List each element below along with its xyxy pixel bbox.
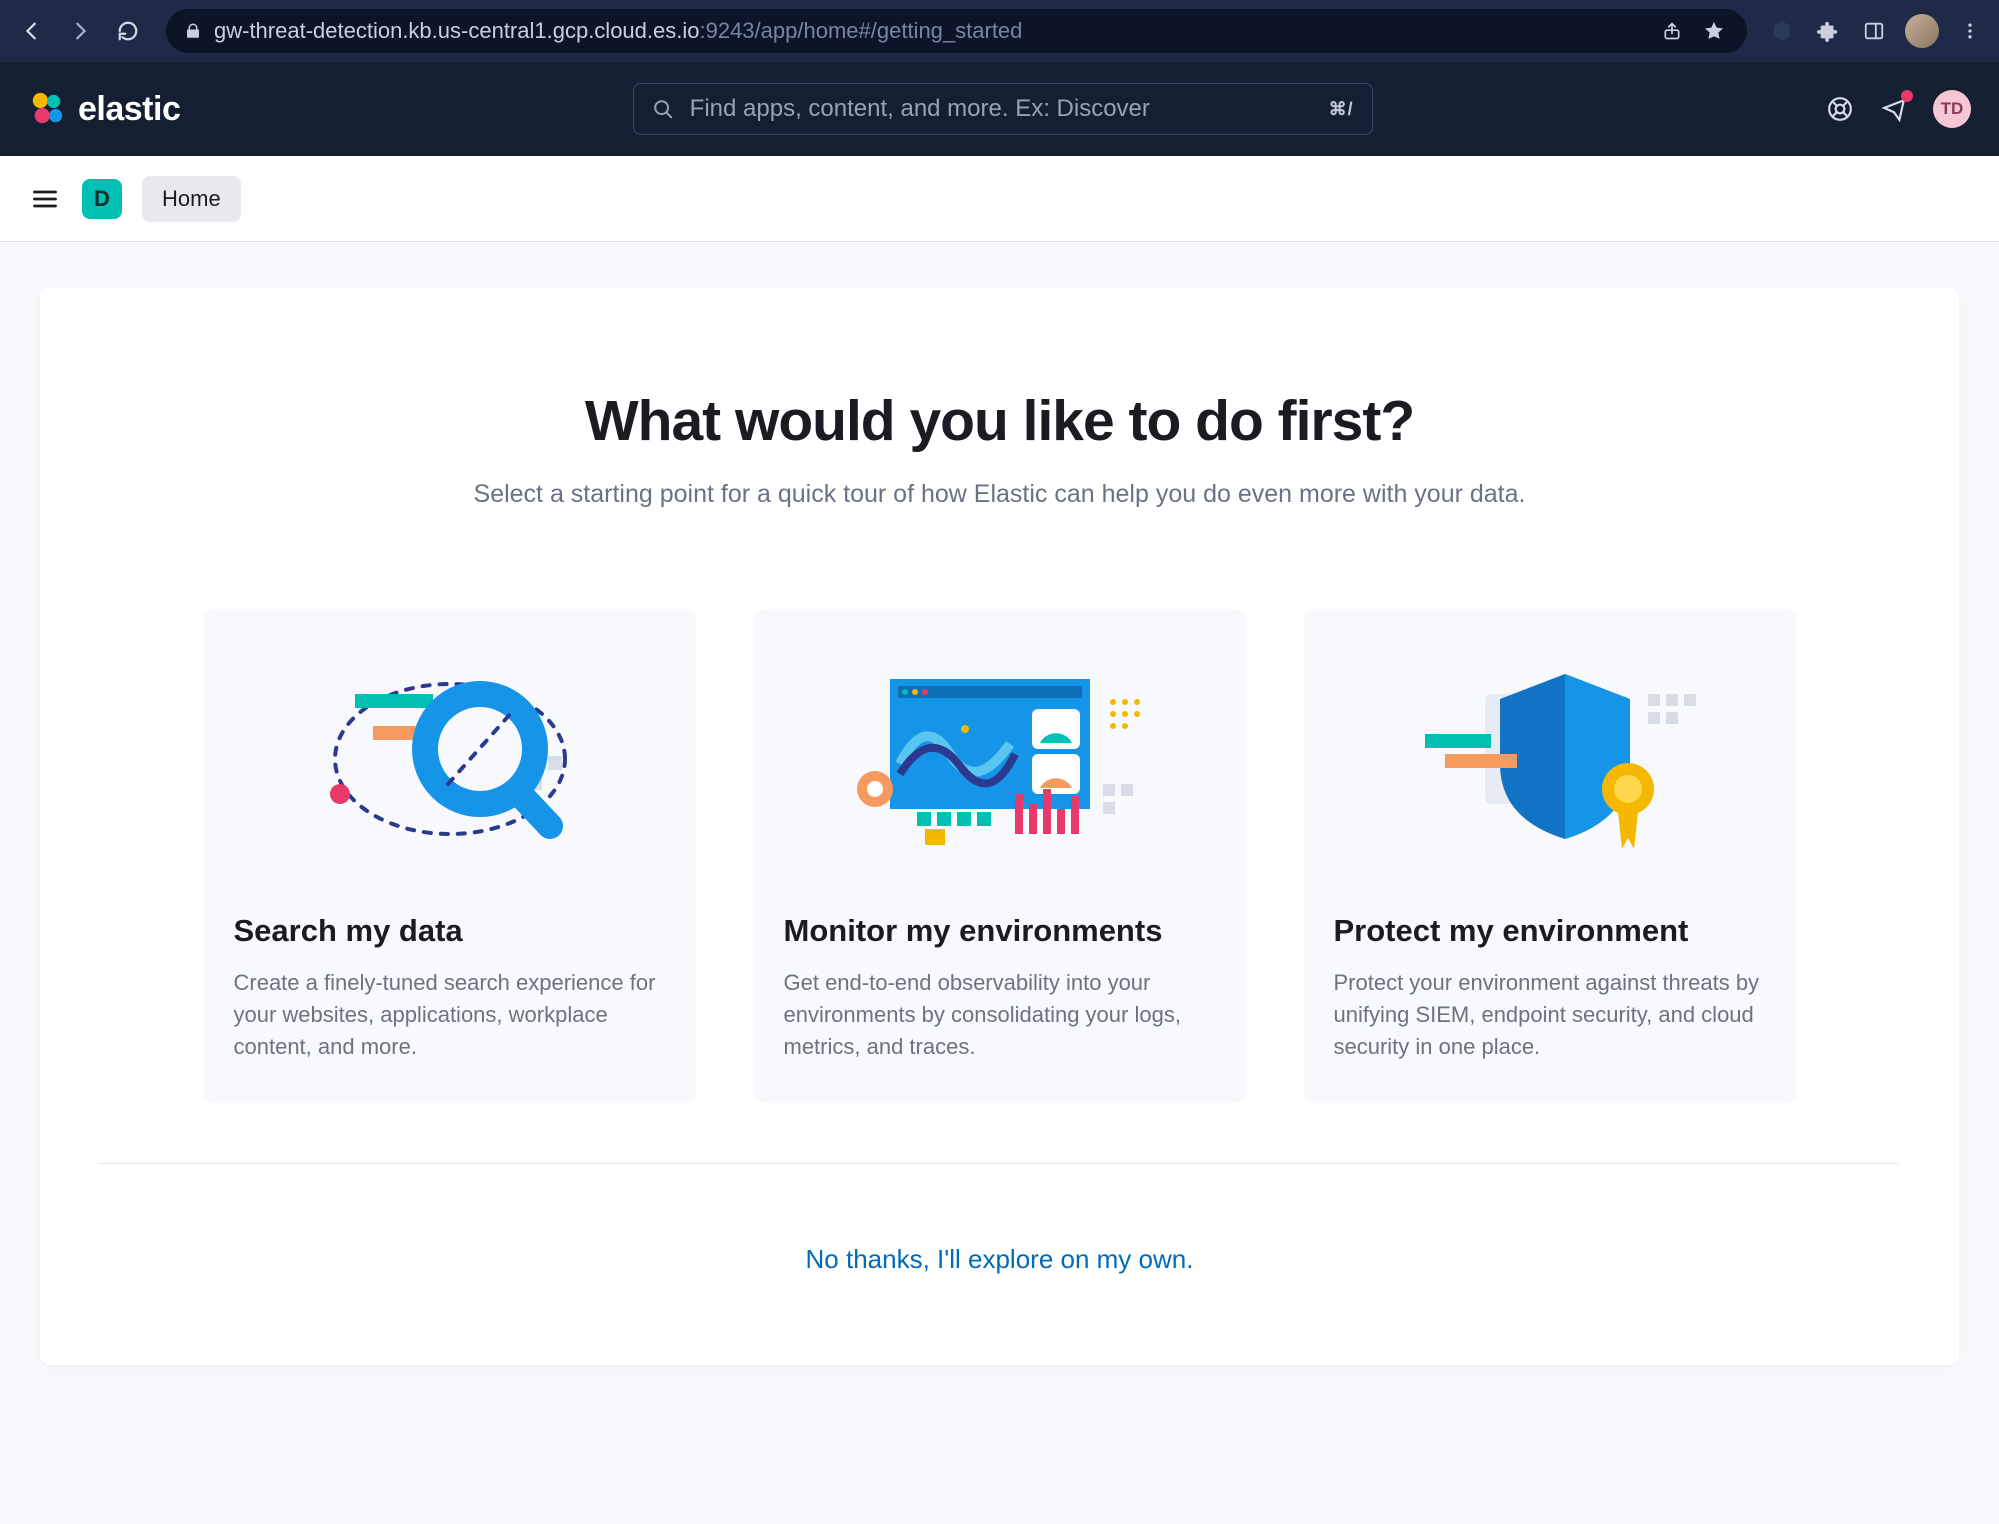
card-search[interactable]: Search my data Create a finely-tuned sea… bbox=[204, 609, 696, 1103]
lock-icon bbox=[184, 22, 202, 40]
search-shortcut: ⌘/ bbox=[1329, 99, 1354, 120]
skip-link-wrap: No thanks, I'll explore on my own. bbox=[100, 1244, 1899, 1275]
protect-illustration-icon bbox=[1334, 639, 1766, 879]
help-icon[interactable] bbox=[1825, 94, 1855, 124]
card-title: Protect my environment bbox=[1334, 913, 1766, 949]
panel-icon[interactable] bbox=[1859, 16, 1889, 46]
forward-button[interactable] bbox=[62, 13, 98, 49]
extensions-icon[interactable] bbox=[1813, 16, 1843, 46]
onboarding-cards: Search my data Create a finely-tuned sea… bbox=[100, 609, 1899, 1103]
chrome-actions bbox=[1767, 14, 1985, 48]
url-text: gw-threat-detection.kb.us-central1.gcp.c… bbox=[214, 18, 1645, 44]
space-selector[interactable]: D bbox=[82, 179, 122, 219]
card-title: Search my data bbox=[234, 913, 666, 949]
user-avatar-initials: TD bbox=[1941, 99, 1964, 119]
card-monitor[interactable]: Monitor my environments Get end-to-end o… bbox=[754, 609, 1246, 1103]
card-desc: Protect your environment against threats… bbox=[1334, 967, 1766, 1063]
divider bbox=[100, 1163, 1899, 1164]
kibana-top-actions: TD bbox=[1825, 90, 1971, 128]
search-icon bbox=[652, 98, 674, 120]
skip-link[interactable]: No thanks, I'll explore on my own. bbox=[806, 1244, 1194, 1274]
space-letter: D bbox=[94, 186, 110, 212]
getting-started-panel: What would you like to do first? Select … bbox=[40, 288, 1959, 1365]
breadcrumb-bar: D Home bbox=[0, 156, 1999, 242]
breadcrumb-home[interactable]: Home bbox=[142, 176, 241, 222]
browser-chrome: gw-threat-detection.kb.us-central1.gcp.c… bbox=[0, 0, 1999, 62]
search-placeholder: Find apps, content, and more. Ex: Discov… bbox=[690, 95, 1313, 123]
card-title: Monitor my environments bbox=[784, 913, 1216, 949]
newsfeed-icon[interactable] bbox=[1879, 94, 1909, 124]
hexagon-icon[interactable] bbox=[1767, 16, 1797, 46]
browser-profile-avatar[interactable] bbox=[1905, 14, 1939, 48]
back-button[interactable] bbox=[14, 13, 50, 49]
search-illustration-icon bbox=[234, 639, 666, 879]
page-subtitle: Select a starting point for a quick tour… bbox=[100, 480, 1899, 509]
nav-toggle-button[interactable] bbox=[28, 182, 62, 216]
global-search[interactable]: Find apps, content, and more. Ex: Discov… bbox=[633, 83, 1373, 135]
card-desc: Get end-to-end observability into your e… bbox=[784, 967, 1216, 1063]
url-bar[interactable]: gw-threat-detection.kb.us-central1.gcp.c… bbox=[166, 9, 1747, 53]
bookmark-star-icon[interactable] bbox=[1699, 16, 1729, 46]
page-body: What would you like to do first? Select … bbox=[0, 242, 1999, 1411]
breadcrumb-label: Home bbox=[162, 186, 221, 211]
reload-button[interactable] bbox=[110, 13, 146, 49]
page-title: What would you like to do first? bbox=[100, 388, 1899, 454]
hero: What would you like to do first? Select … bbox=[100, 388, 1899, 509]
kibana-topbar: elastic Find apps, content, and more. Ex… bbox=[0, 62, 1999, 156]
card-desc: Create a finely-tuned search experience … bbox=[234, 967, 666, 1063]
elastic-logo[interactable]: elastic bbox=[28, 90, 180, 129]
share-icon[interactable] bbox=[1657, 16, 1687, 46]
user-avatar[interactable]: TD bbox=[1933, 90, 1971, 128]
card-protect[interactable]: Protect my environment Protect your envi… bbox=[1304, 609, 1796, 1103]
notification-dot bbox=[1901, 90, 1913, 102]
kebab-menu-icon[interactable] bbox=[1955, 16, 1985, 46]
monitor-illustration-icon bbox=[784, 639, 1216, 879]
elastic-logo-text: elastic bbox=[78, 90, 180, 129]
elastic-logo-icon bbox=[28, 90, 66, 128]
